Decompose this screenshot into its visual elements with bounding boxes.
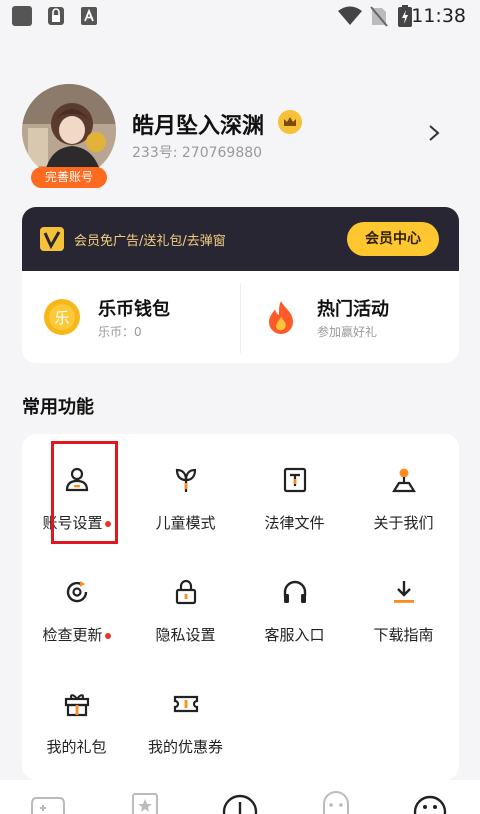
func-label: 关于我们 — [373, 514, 434, 532]
vip-logo-icon — [40, 227, 64, 251]
func-label: 我的优惠券 — [147, 738, 223, 756]
func-kids-mode[interactable]: 儿童模式 — [131, 434, 240, 546]
user-id: 233号: 270769880 — [132, 145, 263, 161]
vip-banner[interactable]: 会员免广告/送礼包/去弹窗 会员中心 — [22, 207, 459, 271]
func-legal-docs[interactable]: 法律文件 — [240, 434, 349, 546]
vip-card: 会员免广告/送礼包/去弹窗 会员中心 乐 乐币钱包 乐币：0 热门活动 参加赢好… — [22, 207, 459, 363]
func-label: 我的礼包 — [46, 738, 107, 756]
highlight-box — [51, 441, 118, 544]
face-icon[interactable] — [412, 790, 448, 814]
location-pin-icon — [392, 468, 416, 493]
coupon-icon — [173, 695, 199, 713]
notification-dot — [104, 632, 111, 639]
profile-header[interactable]: 完善账号 皓月坠入深渊 233号: 270769880 — [22, 84, 462, 194]
complete-account-badge[interactable]: 完善账号 — [31, 167, 107, 188]
document-icon — [283, 467, 307, 493]
username: 皓月坠入深渊 — [132, 114, 265, 139]
func-label: 客服入口 — [264, 626, 325, 644]
avatar-block[interactable]: 完善账号 — [22, 84, 116, 188]
gift-icon — [64, 694, 90, 717]
center-circle-icon[interactable] — [222, 790, 258, 814]
wallet-balance: 乐币：0 — [98, 325, 142, 339]
func-privacy-settings[interactable]: 隐私设置 — [131, 546, 240, 658]
hot-activities[interactable]: 热门活动 参加赢好礼 — [241, 271, 459, 363]
func-customer-service[interactable]: 客服入口 — [240, 546, 349, 658]
gamepad-icon[interactable] — [30, 790, 66, 814]
refresh-icon — [66, 581, 88, 603]
svg-text:乐: 乐 — [54, 309, 69, 327]
ghost-icon[interactable] — [318, 790, 354, 814]
activities-title: 热门活动 — [317, 299, 389, 320]
func-about-us[interactable]: 关于我们 — [349, 434, 458, 546]
vip-promo-text: 会员免广告/送礼包/去弹窗 — [74, 234, 226, 249]
wallet-title: 乐币钱包 — [98, 299, 170, 320]
vip-center-button[interactable]: 会员中心 — [347, 222, 439, 256]
func-check-update[interactable]: 检查更新 — [22, 546, 131, 658]
sprout-icon — [175, 468, 197, 492]
func-label: 隐私设置 — [155, 626, 216, 644]
chevron-right-icon[interactable] — [428, 124, 440, 142]
wifi-icon — [338, 6, 362, 25]
headphones-icon — [283, 580, 307, 603]
activities-subtitle: 参加赢好礼 — [317, 325, 378, 339]
func-my-gifts[interactable]: 我的礼包 — [22, 658, 131, 770]
lock-icon — [175, 579, 197, 605]
crown-icon — [278, 110, 302, 134]
func-label: 检查更新 — [22, 624, 131, 645]
download-icon — [394, 581, 414, 603]
bottom-tab-bar — [0, 780, 480, 814]
lock-screen-icon — [48, 7, 64, 25]
star-card-icon[interactable] — [128, 790, 164, 814]
func-label: 法律文件 — [264, 514, 325, 532]
section-title: 常用功能 — [22, 397, 94, 418]
le-coin-wallet[interactable]: 乐 乐币钱包 乐币：0 — [22, 271, 240, 363]
le-coin-icon: 乐 — [44, 299, 80, 335]
battery-icon — [398, 5, 412, 27]
func-label: 下载指南 — [373, 626, 434, 644]
font-a-icon — [81, 7, 97, 25]
fire-icon — [269, 301, 293, 334]
func-label: 儿童模式 — [155, 514, 216, 532]
avatar[interactable] — [22, 84, 116, 178]
func-download-guide[interactable]: 下载指南 — [349, 546, 458, 658]
app-square-icon — [12, 6, 32, 26]
func-my-coupons[interactable]: 我的优惠券 — [131, 658, 240, 770]
status-bar: 11:38 — [0, 0, 480, 34]
clock: 11:38 — [411, 5, 466, 27]
no-sim-icon — [370, 6, 388, 27]
